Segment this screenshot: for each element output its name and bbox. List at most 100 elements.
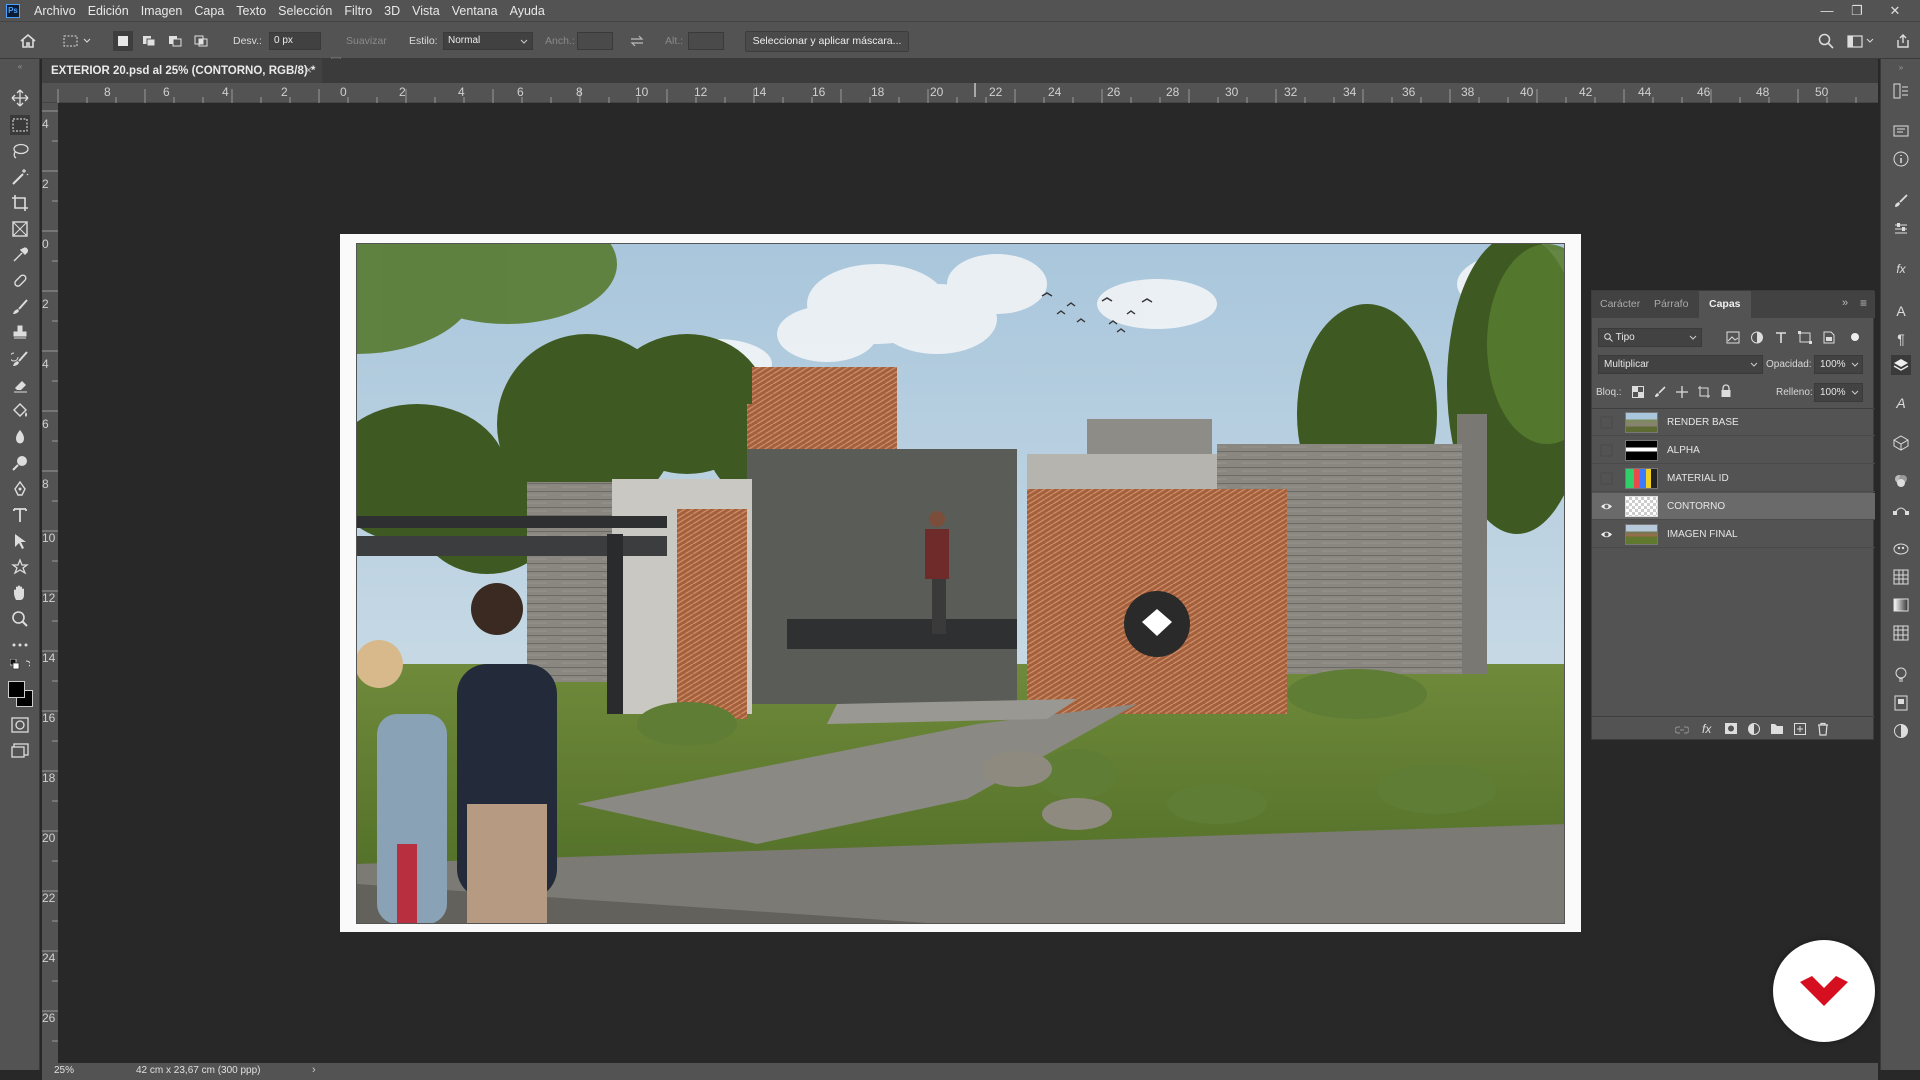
menu-ayuda[interactable]: Ayuda	[504, 4, 551, 18]
delete-layer-icon[interactable]	[1816, 722, 1830, 736]
add-mask-icon[interactable]	[1724, 722, 1738, 735]
marquee-preset-icon[interactable]	[60, 31, 94, 51]
path-selection-icon[interactable]	[10, 531, 30, 551]
subtract-selection-icon[interactable]	[165, 31, 185, 51]
brush-tool-icon[interactable]	[10, 297, 30, 317]
styles-fx-icon[interactable]: fx	[1891, 259, 1911, 279]
layer-row[interactable]: MATERIAL ID	[1592, 465, 1875, 492]
swatches-panel-icon[interactable]	[1891, 567, 1911, 587]
foreground-color-swatch[interactable]	[8, 681, 25, 698]
minimize-window-icon[interactable]: —	[1812, 0, 1842, 21]
glyphs-panel-icon[interactable]: A	[1891, 393, 1911, 413]
paragraph-panel-icon[interactable]: ¶	[1891, 329, 1911, 349]
menu-vista[interactable]: Vista	[406, 4, 446, 18]
info-icon[interactable]	[1891, 149, 1911, 169]
3d-panel-icon[interactable]	[1891, 433, 1911, 453]
layer-row[interactable]: ALPHA	[1592, 437, 1875, 464]
zoom-tool-icon[interactable]	[10, 609, 30, 629]
close-tab-icon[interactable]: ×	[305, 59, 312, 83]
lock-all-icon[interactable]	[1720, 384, 1732, 397]
layer-row[interactable]: RENDER BASE	[1592, 409, 1875, 436]
history-panel-icon[interactable]	[1891, 81, 1911, 101]
close-window-icon[interactable]: ✕	[1880, 0, 1910, 21]
paths-panel-icon[interactable]	[1891, 499, 1911, 519]
healing-brush-icon[interactable]	[10, 271, 30, 291]
filter-pixel-icon[interactable]	[1726, 331, 1740, 344]
architectural-render-image[interactable]	[356, 243, 1565, 924]
layer-style-fx-icon[interactable]: fx	[1702, 722, 1716, 736]
feather-input[interactable]: 0 px	[269, 32, 321, 50]
edit-toolbar-icon[interactable]	[10, 635, 30, 655]
home-icon[interactable]	[16, 31, 40, 51]
history-brush-icon[interactable]	[10, 349, 30, 369]
layers-panel-icon[interactable]	[1891, 355, 1911, 375]
color-panel-icon[interactable]	[1891, 539, 1911, 559]
lock-pixels-icon[interactable]	[1654, 385, 1666, 397]
frame-tool-icon[interactable]	[10, 219, 30, 239]
hand-tool-icon[interactable]	[10, 583, 30, 603]
lock-position-icon[interactable]	[1676, 385, 1688, 398]
menu-archivo[interactable]: Archivo	[28, 4, 82, 18]
workspace-icon[interactable]	[1846, 31, 1876, 51]
layer-filter-select[interactable]: Tipo	[1598, 328, 1702, 347]
blur-tool-icon[interactable]	[10, 427, 30, 447]
visibility-toggle-off[interactable]	[1600, 416, 1613, 429]
filter-toggle-icon[interactable]	[1848, 330, 1862, 344]
visibility-toggle-off[interactable]	[1600, 444, 1613, 457]
screen-mode-icon[interactable]	[10, 741, 30, 761]
character-panel-icon[interactable]: A	[1891, 301, 1911, 321]
menu-filtro[interactable]: Filtro	[338, 4, 378, 18]
status-menu-arrow-icon[interactable]: ›	[312, 1064, 316, 1076]
navigator-panel-icon[interactable]	[1891, 721, 1911, 741]
new-layer-icon[interactable]	[1793, 722, 1807, 736]
panel-menu-icon[interactable]: ≡	[1860, 296, 1867, 310]
layer-row[interactable]: CONTORNO	[1592, 493, 1875, 520]
opacity-input[interactable]: 100%	[1814, 355, 1863, 374]
share-icon[interactable]	[1893, 31, 1913, 51]
collapse-panel-icon[interactable]: »	[1842, 297, 1848, 309]
patterns-panel-icon[interactable]	[1891, 623, 1911, 643]
tab-capas[interactable]: Capas	[1699, 291, 1751, 318]
libraries-panel-icon[interactable]	[1891, 693, 1911, 713]
expand-panels-icon[interactable]: »	[1891, 63, 1911, 72]
photoshop-logo-icon[interactable]: Ps	[6, 3, 20, 18]
menu-ventana[interactable]: Ventana	[446, 4, 504, 18]
gradients-panel-icon[interactable]	[1891, 595, 1911, 615]
layer-row[interactable]: IMAGEN FINAL	[1592, 521, 1875, 548]
filter-adjustment-icon[interactable]	[1750, 331, 1764, 344]
tab-caracter[interactable]: Carácter	[1600, 291, 1640, 318]
restore-window-icon[interactable]: ❐	[1842, 0, 1872, 21]
lock-transparent-icon[interactable]	[1632, 385, 1644, 398]
new-group-icon[interactable]	[1770, 722, 1784, 735]
fill-input[interactable]: 100%	[1814, 383, 1863, 402]
tab-parrafo[interactable]: Párrafo	[1654, 291, 1688, 318]
crop-tool-icon[interactable]	[10, 193, 30, 213]
quick-mask-icon[interactable]	[10, 715, 30, 735]
eraser-tool-icon[interactable]	[10, 375, 30, 395]
menu-seleccion[interactable]: Selección	[272, 4, 338, 18]
menu-texto[interactable]: Texto	[230, 4, 272, 18]
new-adjustment-layer-icon[interactable]	[1747, 722, 1761, 736]
search-icon[interactable]	[1816, 31, 1836, 51]
style-select[interactable]: Normal	[443, 32, 533, 50]
select-and-mask-button[interactable]: Seleccionar y aplicar máscara...	[745, 31, 909, 52]
eye-icon[interactable]	[1600, 500, 1613, 513]
rectangular-marquee-icon[interactable]	[10, 115, 30, 135]
dodge-tool-icon[interactable]	[10, 453, 30, 473]
width-input[interactable]	[577, 32, 613, 50]
zoom-level[interactable]: 25%	[54, 1065, 74, 1076]
visibility-toggle-off[interactable]	[1600, 472, 1613, 485]
default-colors-icon[interactable]	[10, 659, 30, 671]
magic-wand-icon[interactable]	[10, 167, 30, 187]
link-layers-icon[interactable]	[1674, 723, 1690, 735]
swap-dimensions-icon[interactable]	[627, 31, 647, 51]
pen-tool-icon[interactable]	[10, 479, 30, 499]
learn-panel-icon[interactable]	[1891, 665, 1911, 685]
move-tool-icon[interactable]	[10, 88, 30, 108]
filter-type-icon[interactable]	[1774, 331, 1788, 344]
menu-capa[interactable]: Capa	[188, 4, 230, 18]
collapse-toolbar-icon[interactable]: «	[10, 62, 30, 71]
properties-panel-icon[interactable]	[1891, 121, 1911, 141]
intersect-selection-icon[interactable]	[191, 31, 211, 51]
eyedropper-icon[interactable]	[10, 245, 30, 265]
